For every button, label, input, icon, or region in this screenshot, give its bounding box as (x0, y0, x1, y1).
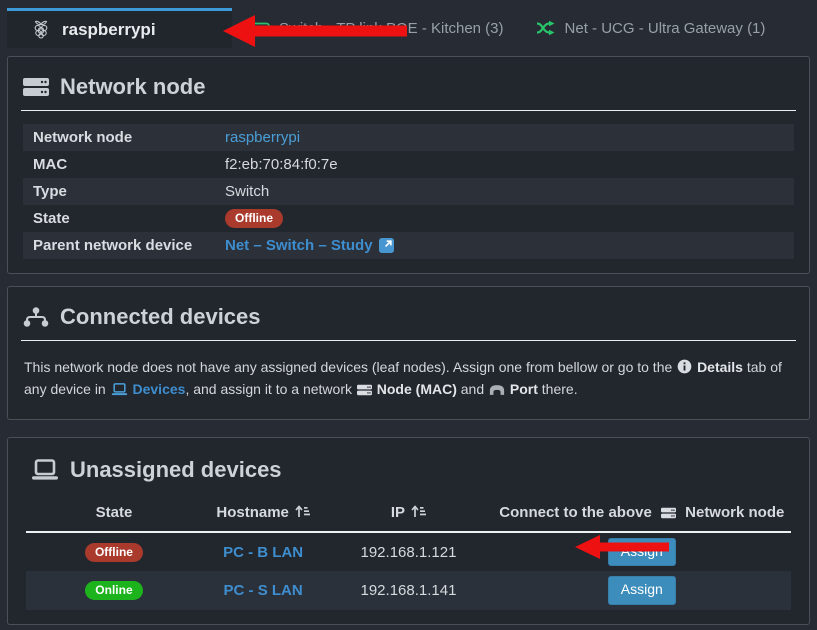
message-text: This network node does not have any assi… (24, 359, 672, 375)
type-value: Switch (225, 183, 269, 200)
node-mac-ref: Node (MAC) (377, 381, 457, 397)
detail-label: Parent network device (33, 237, 225, 254)
section-title-text: Network node (60, 73, 205, 101)
switch-icon (248, 21, 270, 36)
network-node-link[interactable]: raspberrypi (225, 129, 300, 146)
network-node-title: Network node (23, 73, 794, 101)
tab-raspberrypi[interactable]: raspberrypi (7, 8, 232, 48)
table-row: Offline PC - B LAN 192.168.1.121 Assign (26, 532, 791, 572)
table-row: Online PC - S LAN 192.168.1.141 Assign (26, 571, 791, 610)
status-badge-offline: Offline (225, 209, 283, 228)
connected-devices-title: Connected devices (23, 303, 794, 331)
network-node-detail-table: Network node raspberrypi MAC f2:eb:70:84… (23, 124, 794, 259)
unassigned-devices-title: Unassigned devices (31, 456, 794, 484)
sort-icon[interactable] (411, 505, 426, 518)
detail-label: Type (33, 183, 225, 200)
ip-column-header[interactable]: IP (324, 496, 492, 532)
no-assigned-devices-message: This network node does not have any assi… (24, 356, 793, 401)
section-title-text: Unassigned devices (70, 456, 282, 484)
section-divider (21, 340, 796, 341)
section-divider (21, 110, 796, 111)
table-header-row: State Hostname IP Connect to the above (26, 496, 791, 532)
tab-label: Net - UCG - Ultra Gateway (1) (565, 20, 766, 37)
detail-label: Network node (33, 129, 225, 146)
message-text: , and assign it to a network (185, 381, 352, 397)
assign-button[interactable]: Assign (608, 576, 676, 605)
node-icon (661, 507, 676, 519)
connected-devices-panel: Connected devices This network node does… (7, 286, 810, 420)
state-column-header: State (26, 496, 202, 532)
ip-value: 192.168.1.141 (361, 582, 457, 599)
tab-net-ucg-ultra-gateway[interactable]: Net - UCG - Ultra Gateway (1) (520, 8, 782, 48)
message-text: there. (542, 381, 578, 397)
detail-row-state: State Offline (23, 205, 794, 232)
status-badge-online: Online (85, 581, 142, 600)
info-icon (677, 359, 692, 374)
detail-row-mac: MAC f2:eb:70:84:f0:7e (23, 151, 794, 178)
detail-row-parent-device: Parent network device Net – Switch – Stu… (23, 232, 794, 259)
unassigned-devices-panel: Unassigned devices State Hostname IP Con… (7, 437, 810, 625)
status-badge-offline: Offline (85, 543, 143, 562)
port-ref: Port (510, 381, 538, 397)
ip-value: 192.168.1.121 (361, 544, 457, 561)
assign-button[interactable]: Assign (608, 538, 676, 567)
devices-link[interactable]: Devices (133, 381, 186, 397)
message-text: and (461, 381, 484, 397)
mac-value: f2:eb:70:84:f0:7e (225, 156, 338, 173)
details-tab-ref: Details (697, 359, 743, 375)
laptop-icon (31, 459, 59, 481)
unassigned-devices-table: State Hostname IP Connect to the above (26, 496, 791, 610)
detail-label: State (33, 210, 225, 227)
port-icon (489, 384, 505, 396)
shuffle-icon (536, 20, 556, 36)
server-icon (23, 77, 49, 97)
external-link-icon[interactable] (379, 238, 394, 253)
detail-label: MAC (33, 156, 225, 173)
section-title-text: Connected devices (60, 303, 261, 331)
detail-row-network-node: Network node raspberrypi (23, 124, 794, 151)
node-icon (357, 384, 372, 396)
tab-switch-tp-link-poe-kitchen[interactable]: Switch - TP link POE - Kitchen (3) (232, 8, 520, 48)
sitemap-icon (23, 307, 49, 327)
hostname-link[interactable]: PC - B LAN (223, 544, 303, 561)
tab-label: Switch - TP link POE - Kitchen (3) (279, 20, 504, 37)
detail-row-type: Type Switch (23, 178, 794, 205)
network-node-panel: Network node Network node raspberrypi MA… (7, 56, 810, 274)
tab-bar: raspberrypi Switch - TP link POE - Kitch… (0, 0, 817, 48)
hostname-link[interactable]: PC - S LAN (224, 582, 303, 599)
laptop-icon (111, 383, 128, 396)
sort-icon[interactable] (295, 505, 310, 518)
parent-device-link[interactable]: Net – Switch – Study (225, 237, 373, 254)
connect-column-header: Connect to the above Network node (493, 496, 791, 532)
tab-label: raspberrypi (62, 20, 156, 40)
hostname-column-header[interactable]: Hostname (202, 496, 324, 532)
raspberry-pi-icon (33, 20, 49, 39)
